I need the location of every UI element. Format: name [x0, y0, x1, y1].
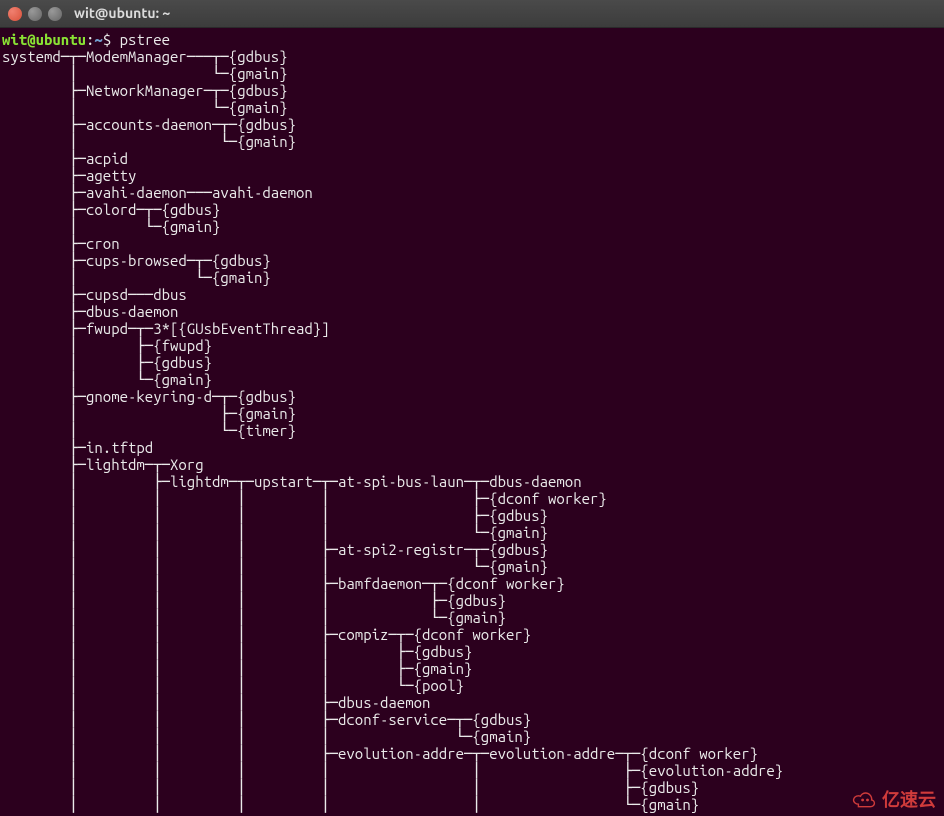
watermark: 亿速云 [850, 791, 936, 809]
maximize-icon[interactable] [48, 7, 62, 21]
prompt-symbol: $ [103, 31, 120, 48]
close-icon[interactable] [8, 7, 22, 21]
cloud-icon [850, 791, 878, 809]
prompt-at: @ [27, 31, 35, 48]
minimize-icon[interactable] [28, 7, 42, 21]
watermark-text: 亿速云 [882, 792, 936, 809]
pstree-output: systemd─┬─ModemManager───┬─{gdbus} │ └─{… [2, 48, 783, 813]
prompt-host: ubuntu [36, 31, 86, 48]
terminal-output[interactable]: wit@ubuntu:~$ pstree systemd─┬─ModemMana… [0, 28, 944, 816]
command-text: pstree [120, 31, 170, 48]
prompt-path: ~ [94, 31, 102, 48]
window-controls [8, 7, 62, 21]
window-title: wit@ubuntu: ~ [74, 5, 170, 22]
prompt-user: wit [2, 31, 27, 48]
window-titlebar: wit@ubuntu: ~ [0, 0, 944, 28]
